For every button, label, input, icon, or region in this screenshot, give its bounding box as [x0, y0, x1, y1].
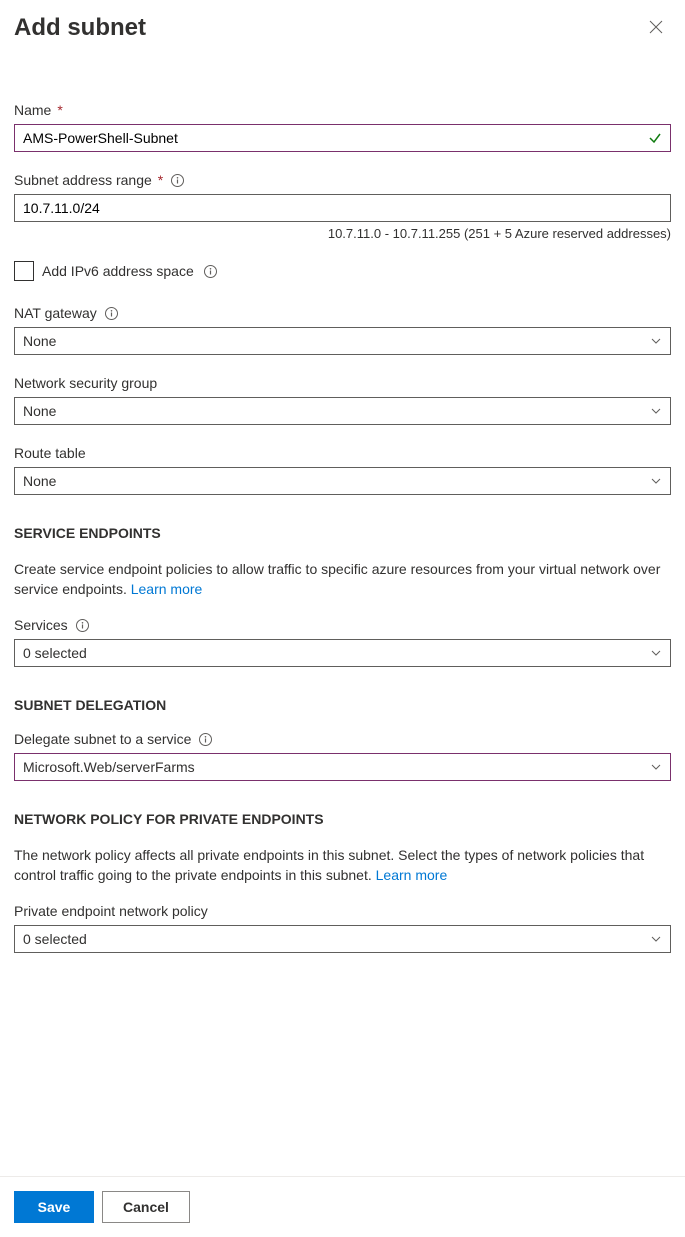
info-icon[interactable] [76, 619, 89, 632]
name-input[interactable] [15, 125, 670, 151]
close-icon[interactable] [641, 14, 671, 40]
subnet-delegation-header: SUBNET DELEGATION [14, 697, 671, 713]
chevron-down-icon [650, 647, 662, 659]
nat-gateway-label: NAT gateway [14, 305, 671, 321]
nat-gateway-select[interactable]: None [14, 327, 671, 355]
chevron-down-icon [650, 335, 662, 347]
private-endpoint-select[interactable]: 0 selected [14, 925, 671, 953]
chevron-down-icon [650, 933, 662, 945]
service-endpoints-description: Create service endpoint policies to allo… [14, 559, 671, 599]
chevron-down-icon [650, 475, 662, 487]
cancel-button[interactable]: Cancel [102, 1191, 190, 1223]
services-select[interactable]: 0 selected [14, 639, 671, 667]
network-policy-desc-text: The network policy affects all private e… [14, 847, 644, 883]
service-endpoints-desc-text: Create service endpoint policies to allo… [14, 561, 660, 597]
ipv6-checkbox[interactable] [14, 261, 34, 281]
nsg-label: Network security group [14, 375, 671, 391]
network-policy-learn-more[interactable]: Learn more [376, 867, 448, 883]
delegate-select[interactable]: Microsoft.Web/serverFarms [14, 753, 671, 781]
required-asterisk: * [158, 172, 163, 188]
subnet-range-hint: 10.7.11.0 - 10.7.11.255 (251 + 5 Azure r… [14, 226, 671, 241]
delegate-label: Delegate subnet to a service [14, 731, 671, 747]
nsg-value: None [23, 403, 56, 419]
panel-title: Add subnet [14, 14, 146, 42]
info-icon[interactable] [204, 265, 217, 278]
check-icon [648, 131, 662, 145]
route-table-value: None [23, 473, 56, 489]
required-asterisk: * [57, 102, 62, 118]
service-endpoints-header: SERVICE ENDPOINTS [14, 525, 671, 541]
name-label-text: Name [14, 102, 51, 118]
chevron-down-icon [650, 405, 662, 417]
network-policy-header: NETWORK POLICY FOR PRIVATE ENDPOINTS [14, 811, 671, 827]
name-label: Name * [14, 102, 671, 118]
delegate-label-text: Delegate subnet to a service [14, 731, 191, 747]
network-policy-description: The network policy affects all private e… [14, 845, 671, 885]
subnet-range-input[interactable] [14, 194, 671, 222]
nat-gateway-value: None [23, 333, 56, 349]
subnet-range-label-text: Subnet address range [14, 172, 152, 188]
subnet-range-label: Subnet address range * [14, 172, 671, 188]
save-button[interactable]: Save [14, 1191, 94, 1223]
ipv6-label-text: Add IPv6 address space [42, 263, 194, 279]
nsg-select[interactable]: None [14, 397, 671, 425]
private-endpoint-label: Private endpoint network policy [14, 903, 671, 919]
services-label: Services [14, 617, 671, 633]
private-endpoint-value: 0 selected [23, 931, 87, 947]
chevron-down-icon [650, 761, 662, 773]
info-icon[interactable] [171, 174, 184, 187]
delegate-value: Microsoft.Web/serverFarms [23, 759, 195, 775]
route-table-label: Route table [14, 445, 671, 461]
info-icon[interactable] [199, 733, 212, 746]
nat-gateway-label-text: NAT gateway [14, 305, 97, 321]
route-table-select[interactable]: None [14, 467, 671, 495]
info-icon[interactable] [105, 307, 118, 320]
ipv6-label: Add IPv6 address space [42, 263, 217, 279]
services-value: 0 selected [23, 645, 87, 661]
service-endpoints-learn-more[interactable]: Learn more [131, 581, 203, 597]
services-label-text: Services [14, 617, 68, 633]
